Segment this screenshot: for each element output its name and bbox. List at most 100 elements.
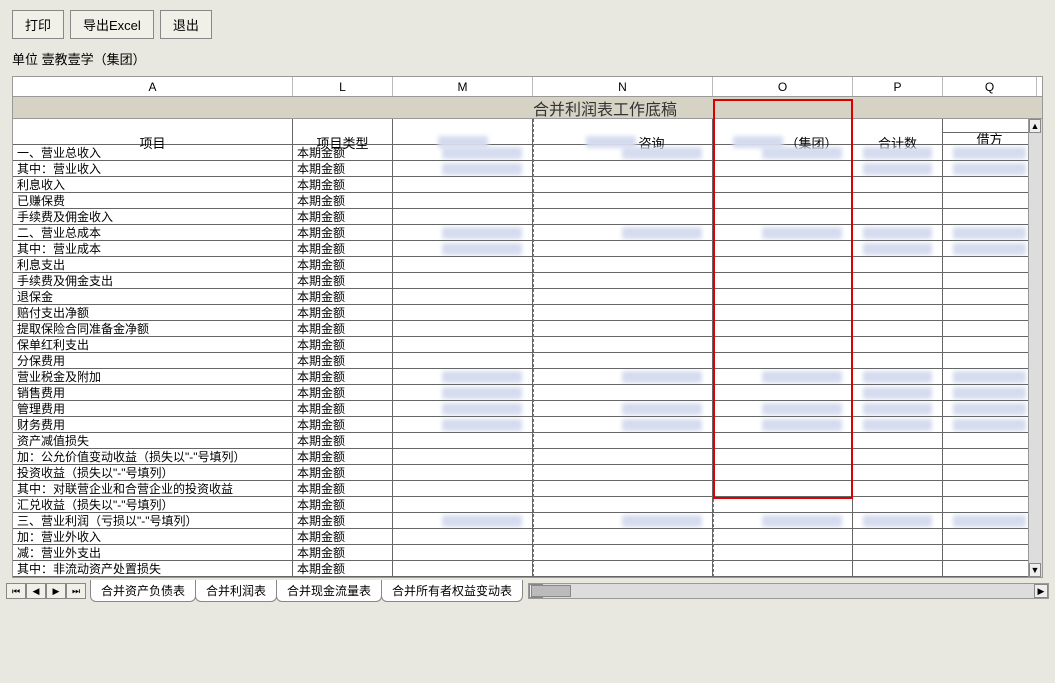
cell-m[interactable] [393, 465, 533, 480]
cell-l[interactable]: 本期金额 [293, 321, 393, 336]
cell-q[interactable] [943, 545, 1037, 560]
cell-l[interactable]: 本期金额 [293, 225, 393, 240]
cell-q[interactable] [943, 561, 1037, 576]
cell-q[interactable] [943, 465, 1037, 480]
cell-n[interactable] [533, 465, 713, 480]
cell-o[interactable] [713, 209, 853, 224]
table-row[interactable]: 退保金本期金额 [13, 289, 1042, 305]
cell-o[interactable] [713, 433, 853, 448]
cell-q[interactable] [943, 193, 1037, 208]
cell-p[interactable] [853, 433, 943, 448]
cell-q[interactable] [943, 257, 1037, 272]
col-header-a[interactable]: A [13, 77, 293, 96]
cell-o[interactable] [713, 289, 853, 304]
cell-p[interactable] [853, 481, 943, 496]
cell-o[interactable] [713, 369, 853, 384]
cell-o[interactable] [713, 417, 853, 432]
tab-prev-icon[interactable]: ◀ [26, 583, 46, 599]
cell-l[interactable]: 本期金额 [293, 337, 393, 352]
cell-m[interactable] [393, 369, 533, 384]
cell-l[interactable]: 本期金额 [293, 529, 393, 544]
cell-p[interactable] [853, 561, 943, 576]
col-header-l[interactable]: L [293, 77, 393, 96]
table-row[interactable]: 分保费用本期金额 [13, 353, 1042, 369]
cell-n[interactable] [533, 161, 713, 176]
cell-q[interactable] [943, 161, 1037, 176]
table-row[interactable]: 赔付支出净额本期金额 [13, 305, 1042, 321]
cell-a[interactable]: 加：公允价值变动收益（损失以"-"号填列） [13, 449, 293, 464]
cell-q[interactable] [943, 369, 1037, 384]
cell-p[interactable] [853, 177, 943, 192]
table-row[interactable]: 二、营业总成本本期金额 [13, 225, 1042, 241]
cell-n[interactable] [533, 305, 713, 320]
scroll-down-icon[interactable]: ▼ [1029, 563, 1041, 577]
cell-a[interactable]: 手续费及佣金支出 [13, 273, 293, 288]
cell-l[interactable]: 本期金额 [293, 257, 393, 272]
horizontal-scrollbar[interactable]: ◀ ▶ [528, 583, 1049, 599]
cell-q[interactable] [943, 417, 1037, 432]
scroll-up-icon[interactable]: ▲ [1029, 119, 1041, 133]
table-row[interactable]: 投资收益（损失以"-"号填列）本期金额 [13, 465, 1042, 481]
table-row[interactable]: 资产减值损失本期金额 [13, 433, 1042, 449]
cell-n[interactable] [533, 273, 713, 288]
cell-m[interactable] [393, 257, 533, 272]
cell-l[interactable]: 本期金额 [293, 177, 393, 192]
cell-p[interactable] [853, 497, 943, 512]
table-row[interactable]: 营业税金及附加本期金额 [13, 369, 1042, 385]
cell-l[interactable]: 本期金额 [293, 145, 393, 160]
col-header-p[interactable]: P [853, 77, 943, 96]
print-button[interactable]: 打印 [12, 10, 64, 39]
table-row[interactable]: 减：营业外支出本期金额 [13, 545, 1042, 561]
cell-q[interactable] [943, 145, 1037, 160]
cell-q[interactable] [943, 321, 1037, 336]
cell-q[interactable] [943, 529, 1037, 544]
cell-m[interactable] [393, 385, 533, 400]
cell-o[interactable] [713, 385, 853, 400]
cell-n[interactable] [533, 321, 713, 336]
table-row[interactable]: 提取保险合同准备金净额本期金额 [13, 321, 1042, 337]
cell-a[interactable]: 二、营业总成本 [13, 225, 293, 240]
cell-n[interactable] [533, 145, 713, 160]
cell-n[interactable] [533, 353, 713, 368]
cell-p[interactable] [853, 529, 943, 544]
cell-m[interactable] [393, 177, 533, 192]
cell-o[interactable] [713, 177, 853, 192]
cell-l[interactable]: 本期金额 [293, 417, 393, 432]
cell-n[interactable] [533, 241, 713, 256]
cell-l[interactable]: 本期金额 [293, 433, 393, 448]
cell-p[interactable] [853, 321, 943, 336]
table-row[interactable]: 销售费用本期金额 [13, 385, 1042, 401]
cell-l[interactable]: 本期金额 [293, 273, 393, 288]
exit-button[interactable]: 退出 [160, 10, 212, 39]
cell-n[interactable] [533, 385, 713, 400]
cell-p[interactable] [853, 385, 943, 400]
cell-p[interactable] [853, 465, 943, 480]
tab-next-icon[interactable]: ▶ [46, 583, 66, 599]
cell-l[interactable]: 本期金额 [293, 465, 393, 480]
cell-m[interactable] [393, 305, 533, 320]
cell-a[interactable]: 利息收入 [13, 177, 293, 192]
cell-o[interactable] [713, 193, 853, 208]
table-row[interactable]: 其中：非流动资产处置损失本期金额 [13, 561, 1042, 577]
cell-a[interactable]: 加：营业外收入 [13, 529, 293, 544]
cell-m[interactable] [393, 145, 533, 160]
cell-m[interactable] [393, 561, 533, 576]
cell-o[interactable] [713, 465, 853, 480]
cell-m[interactable] [393, 289, 533, 304]
col-header-n[interactable]: N [533, 77, 713, 96]
table-row[interactable]: 加：公允价值变动收益（损失以"-"号填列）本期金额 [13, 449, 1042, 465]
cell-n[interactable] [533, 417, 713, 432]
sheet-tab[interactable]: 合并所有者权益变动表 [381, 580, 523, 602]
cell-q[interactable] [943, 433, 1037, 448]
cell-p[interactable] [853, 241, 943, 256]
cell-a[interactable]: 赔付支出净额 [13, 305, 293, 320]
table-row[interactable]: 已赚保费本期金额 [13, 193, 1042, 209]
cell-o[interactable] [713, 305, 853, 320]
table-row[interactable]: 其中：营业收入本期金额 [13, 161, 1042, 177]
cell-n[interactable] [533, 529, 713, 544]
cell-a[interactable]: 财务费用 [13, 417, 293, 432]
cell-q[interactable] [943, 449, 1037, 464]
cell-o[interactable] [713, 401, 853, 416]
cell-a[interactable]: 资产减值损失 [13, 433, 293, 448]
cell-q[interactable] [943, 353, 1037, 368]
